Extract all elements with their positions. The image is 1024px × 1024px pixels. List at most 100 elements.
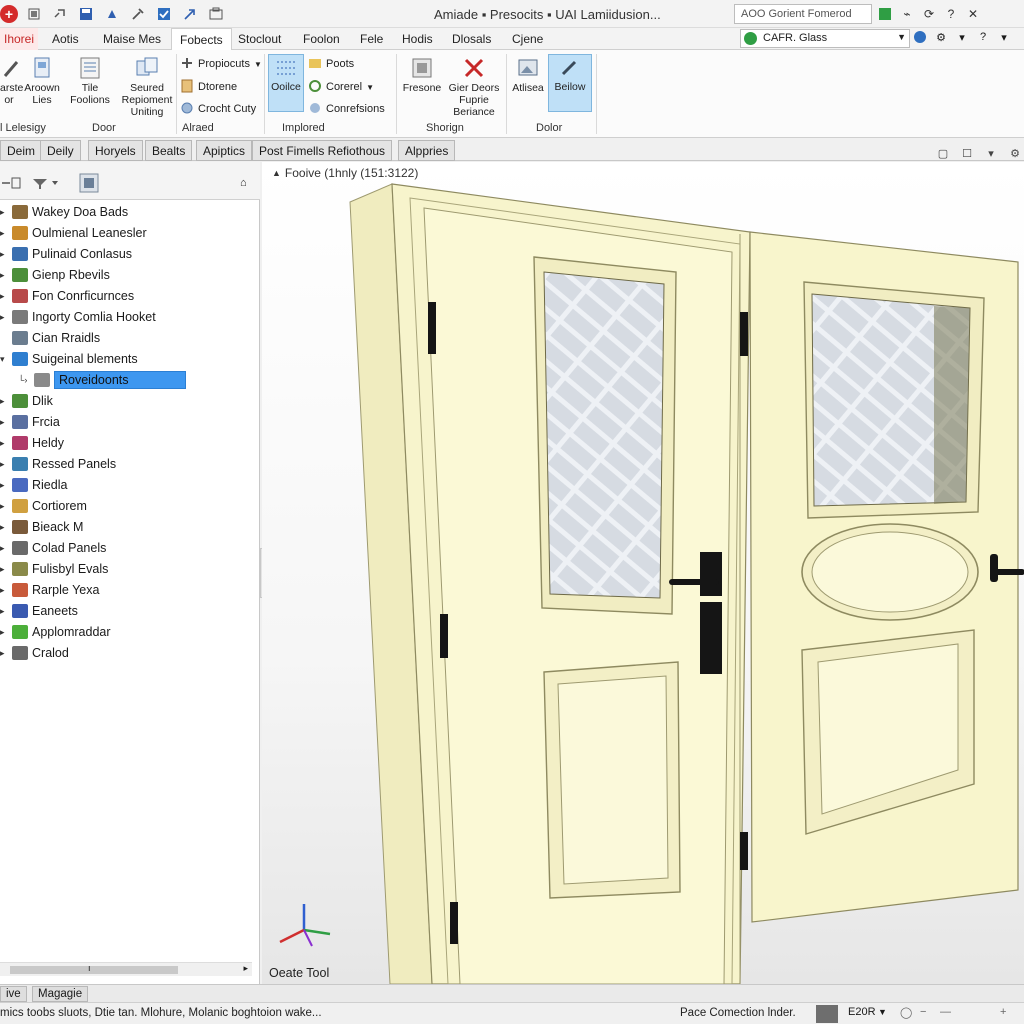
tab-fobects[interactable]: Fobects [171, 28, 232, 51]
tree-item[interactable]: ▸ Fon Conrficurnces [0, 286, 252, 306]
horizontal-scrollbar[interactable]: ı ▸ [0, 962, 252, 976]
tree-item[interactable]: ▸ Gienp Rbevils [0, 265, 252, 285]
expand-arrow-icon[interactable]: ▸ [0, 480, 10, 491]
expand-arrow-icon[interactable]: ▸ [0, 564, 10, 575]
expand-arrow-icon[interactable]: ▸ [0, 312, 10, 323]
settings-panel-icon[interactable] [72, 173, 102, 193]
ribbon-button-arste[interactable]: arste or [0, 56, 23, 106]
tab-post-fimells[interactable]: Post Fimells Refiothous [252, 140, 393, 161]
expand-arrow-icon[interactable]: ▸ [0, 606, 10, 617]
chevron-down-icon[interactable]: ▼ [878, 1007, 887, 1017]
expand-arrow-icon[interactable]: ▸ [0, 501, 10, 512]
ribbon-button-aroown-lies[interactable]: Aroown Lies [22, 56, 62, 106]
check-icon[interactable] [154, 4, 174, 24]
ribbon-item-dtorene[interactable]: Dtorene [180, 79, 237, 95]
tree-item[interactable]: Cian Rraidls [0, 328, 252, 348]
ribbon-button-fresone[interactable]: Fresone [400, 56, 444, 94]
view-cube-icon[interactable]: ▢ [936, 146, 950, 160]
expand-arrow-icon[interactable]: ▾ [0, 354, 10, 365]
ribbon-button-ooilce[interactable]: Ooilce [268, 54, 304, 112]
door-model[interactable] [262, 162, 1024, 984]
link-icon[interactable] [50, 4, 70, 24]
tab-ive[interactable]: ive [0, 986, 27, 1002]
expand-arrow-icon[interactable]: ▸ [0, 648, 10, 659]
tab-foolon[interactable]: Foolon [303, 28, 340, 50]
tree-item[interactable]: ▸ Oulmienal Leanesler [0, 223, 252, 243]
tree-item[interactable]: ▸ Ressed Panels [0, 454, 252, 474]
tools-icon[interactable] [128, 4, 148, 24]
3d-viewport[interactable]: ▲ Fooive (1hnly (151:3122) ▢ ☐ ▾ ⚙ Oeate… [262, 148, 1024, 984]
tree-item[interactable]: ▸ Cortiorem [0, 496, 252, 516]
tree-item[interactable]: ▸ Wakey Doa Bads [0, 202, 252, 222]
tree-item[interactable]: ▸ Dlik [0, 391, 252, 411]
expand-arrow-icon[interactable]: ▸ [0, 627, 10, 638]
tree-item[interactable]: ▸ Eaneets [0, 601, 252, 621]
tree-item[interactable]: ▸ Heldy [0, 433, 252, 453]
expand-arrow-icon[interactable]: ▸ [0, 249, 10, 260]
expand-icon[interactable] [0, 174, 24, 192]
arrow-icon[interactable] [180, 4, 200, 24]
tree-item[interactable]: ▸ Bieack M [0, 517, 252, 537]
tab-maise-mes[interactable]: Maise Mes [103, 28, 161, 50]
refresh-icon[interactable]: ⟳ [920, 5, 938, 23]
expand-arrow-icon[interactable]: ▸ [0, 438, 10, 449]
chevron-down-icon[interactable]: ▼ [897, 32, 906, 42]
tree-item[interactable]: ▸ Rarple Yexa [0, 580, 252, 600]
grid-icon[interactable] [876, 5, 894, 23]
expand-arrow-icon[interactable]: ▸ [0, 291, 10, 302]
ribbon-item-conrefsions[interactable]: Conrefsions [308, 101, 385, 117]
expand-arrow-icon[interactable]: ▸ [0, 207, 10, 218]
minimize-icon[interactable]: ▾ [996, 29, 1012, 45]
tab-file[interactable]: Ihorei [0, 28, 39, 50]
expand-arrow-icon[interactable]: ▸ [0, 585, 10, 596]
help-icon[interactable]: ? [975, 29, 991, 45]
minus-icon[interactable]: − [920, 1006, 934, 1020]
tab-deily[interactable]: Deily [40, 140, 81, 161]
ribbon-button-gier-deors[interactable]: Gier Deors Fuprie Beriance [446, 56, 502, 118]
tab-apiptics[interactable]: Apiptics [196, 140, 253, 161]
tree-item[interactable]: ▸ Riedla [0, 475, 252, 495]
tree-item[interactable]: ▸ Fulisbyl Evals [0, 559, 252, 579]
help-icon[interactable]: ? [942, 5, 960, 23]
tree-item-selected[interactable]: └› Roveidoonts [0, 370, 252, 390]
tab-magagie[interactable]: Magagie [32, 986, 89, 1002]
tree-item[interactable]: ▾ Suigeinal blements [0, 349, 252, 369]
expand-arrow-icon[interactable]: ▸ [0, 459, 10, 470]
window-icon[interactable] [206, 4, 226, 24]
ribbon-item-corerel[interactable]: Corerel ▼ [308, 79, 374, 95]
expand-arrow-icon[interactable]: ▸ [0, 396, 10, 407]
expand-arrow-icon[interactable]: ▸ [0, 270, 10, 281]
up-icon[interactable] [102, 4, 122, 24]
scroll-right-icon[interactable]: ▸ [243, 963, 248, 974]
settings-icon[interactable]: ⚙ [933, 29, 949, 45]
tab-hodis[interactable]: Hodis [402, 28, 433, 50]
home-icon[interactable] [24, 4, 44, 24]
tab-alppries[interactable]: Alppries [398, 140, 456, 161]
ribbon-button-beilow[interactable]: Beilow [548, 54, 592, 112]
close-icon[interactable]: ✕ [964, 5, 982, 23]
tree-item[interactable]: ▸ Frcia [0, 412, 252, 432]
tab-aotis[interactable]: Aotis [52, 28, 79, 50]
filter-icon[interactable] [30, 174, 58, 192]
material-search-input[interactable]: CAFR. Glass ▼ [740, 29, 910, 48]
save-icon[interactable] [76, 4, 96, 24]
tree-item[interactable]: ▸ Cralod [0, 643, 252, 663]
expand-arrow-icon[interactable]: ▸ [0, 543, 10, 554]
ribbon-item-propiocuts[interactable]: Propiocuts ▼ [180, 56, 262, 72]
chevron-down-icon[interactable]: ▾ [984, 146, 998, 160]
settings-icon[interactable]: ⚙ [1008, 146, 1022, 160]
tree-item[interactable]: ▸ Ingorty Comlia Hooket [0, 307, 252, 327]
expand-arrow-icon[interactable]: ▸ [0, 522, 10, 533]
tab-cjene[interactable]: Cjene [512, 28, 543, 50]
info-icon[interactable] [912, 29, 928, 45]
tree-item[interactable]: ▸ Pulinaid Conlasus [0, 244, 252, 264]
ribbon-item-poots[interactable]: Poots [308, 56, 354, 72]
ribbon-item-crocht-cuty[interactable]: Crocht Cuty [180, 101, 256, 117]
circle-icon[interactable]: ◯ [900, 1006, 914, 1020]
tab-deim[interactable]: Deim [0, 140, 43, 161]
ribbon-button-atlisea[interactable]: Atlisea [510, 56, 546, 94]
tab-stoclout[interactable]: Stoclout [238, 28, 281, 50]
home-icon[interactable]: ⌂ [240, 174, 247, 192]
tab-fele[interactable]: Fele [360, 28, 383, 50]
chevron-down-icon[interactable]: ▾ [954, 29, 970, 45]
